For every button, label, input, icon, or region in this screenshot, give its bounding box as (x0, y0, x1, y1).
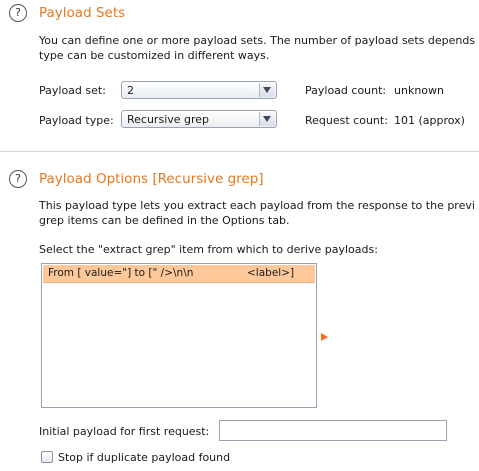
payload-type-label: Payload type: (39, 114, 114, 127)
grep-expression: From [ value="] to [" />\n\n (48, 267, 194, 279)
list-item[interactable]: From [ value="] to [" />\n\n <label>] (43, 265, 315, 283)
initial-payload-input[interactable] (219, 420, 447, 441)
chevron-down-icon[interactable] (259, 112, 275, 126)
request-count-value: 101 (approx) (394, 114, 465, 127)
payload-set-label: Payload set: (39, 84, 106, 97)
initial-payload-label: Initial payload for first request: (39, 425, 210, 438)
payload-sets-title: Payload Sets (39, 5, 126, 21)
stop-duplicate-checkbox[interactable] (41, 451, 53, 463)
payload-set-select[interactable]: 2 (121, 81, 277, 99)
help-icon[interactable]: ? (9, 170, 27, 188)
extract-grep-list[interactable]: From [ value="] to [" />\n\n <label>] (41, 263, 317, 408)
section-divider (0, 151, 479, 152)
payload-sets-description-line1: You can define one or more payload sets.… (39, 34, 476, 47)
payload-options-title: Payload Options [Recursive grep] (39, 171, 264, 187)
stop-duplicate-label[interactable]: Stop if duplicate payload found (58, 451, 230, 464)
payload-set-value: 2 (127, 84, 134, 97)
payload-sets-description-line2: type can be customized in different ways… (39, 49, 270, 62)
payload-count-value: unknown (394, 84, 444, 97)
extract-grep-prompt: Select the "extract grep" item from whic… (39, 243, 378, 256)
payload-count-label: Payload count: (305, 84, 387, 97)
payload-options-description-line2: grep items can be defined in the Options… (39, 214, 290, 227)
payload-options-description-line1: This payload type lets you extract each … (39, 199, 475, 212)
play-arrow-icon[interactable] (321, 333, 328, 341)
chevron-down-icon[interactable] (259, 83, 275, 97)
grep-tag: <label>] (247, 267, 295, 279)
payload-type-value: Recursive grep (127, 113, 210, 126)
request-count-label: Request count: (305, 114, 388, 127)
help-icon[interactable]: ? (9, 4, 27, 22)
payload-type-select[interactable]: Recursive grep (121, 110, 277, 128)
